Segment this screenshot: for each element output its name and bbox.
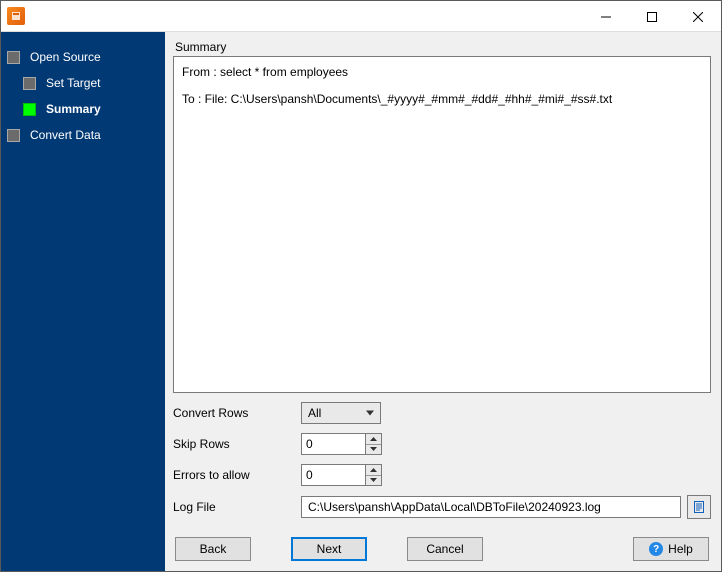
sidebar-item-set-target[interactable]: Set Target: [1, 70, 165, 96]
window-controls: [583, 1, 721, 31]
button-row: Back Next Cancel ? Help: [173, 537, 711, 561]
sidebar-item-open-source[interactable]: Open Source: [1, 44, 165, 70]
spin-down-icon[interactable]: [366, 476, 381, 486]
step-box-icon: [7, 51, 20, 64]
button-label: Back: [200, 542, 227, 556]
browse-log-button[interactable]: [687, 495, 711, 519]
label-errors-allow: Errors to allow: [173, 468, 301, 482]
spinner-skip-rows: [301, 433, 382, 455]
help-button[interactable]: ? Help: [633, 537, 709, 561]
summary-from-line: From : select * from employees: [182, 63, 702, 82]
main-panel: Summary From : select * from employees T…: [165, 32, 721, 571]
row-skip-rows: Skip Rows: [173, 433, 711, 455]
document-icon: [692, 500, 706, 514]
app-window: Open Source Set Target Summary Convert D…: [0, 0, 722, 572]
body: Open Source Set Target Summary Convert D…: [1, 32, 721, 571]
sidebar-item-summary[interactable]: Summary: [1, 96, 165, 122]
input-log-file[interactable]: [301, 496, 681, 518]
spin-down-icon[interactable]: [366, 445, 381, 455]
button-label: Help: [668, 542, 693, 556]
sidebar-item-label: Open Source: [30, 50, 101, 64]
sidebar-item-label: Convert Data: [30, 128, 101, 142]
sidebar-item-label: Set Target: [46, 76, 100, 90]
next-button[interactable]: Next: [291, 537, 367, 561]
row-log-file: Log File: [173, 495, 711, 519]
label-convert-rows: Convert Rows: [173, 406, 301, 420]
sidebar-item-convert-data[interactable]: Convert Data: [1, 122, 165, 148]
summary-to-line: To : File: C:\Users\pansh\Documents\_#yy…: [182, 90, 702, 109]
input-skip-rows[interactable]: [301, 433, 365, 455]
row-convert-rows: Convert Rows All: [173, 402, 711, 424]
label-log-file: Log File: [173, 500, 301, 514]
row-errors-allow: Errors to allow: [173, 464, 711, 486]
spin-up-icon[interactable]: [366, 465, 381, 476]
step-box-icon: [23, 77, 36, 90]
select-convert-rows[interactable]: All: [301, 402, 381, 424]
step-box-icon: [7, 129, 20, 142]
button-label: Next: [317, 542, 342, 556]
label-skip-rows: Skip Rows: [173, 437, 301, 451]
close-button[interactable]: [675, 1, 721, 32]
summary-text-area[interactable]: From : select * from employees To : File…: [173, 56, 711, 393]
step-box-icon: [23, 103, 36, 116]
maximize-button[interactable]: [629, 1, 675, 32]
select-value: All: [308, 406, 321, 420]
section-title: Summary: [173, 40, 711, 54]
minimize-button[interactable]: [583, 1, 629, 32]
sidebar-item-label: Summary: [46, 102, 101, 116]
cancel-button[interactable]: Cancel: [407, 537, 483, 561]
spin-up-icon[interactable]: [366, 434, 381, 445]
spinner-errors-allow: [301, 464, 382, 486]
input-errors-allow[interactable]: [301, 464, 365, 486]
wizard-sidebar: Open Source Set Target Summary Convert D…: [1, 32, 165, 571]
button-label: Cancel: [426, 542, 463, 556]
back-button[interactable]: Back: [175, 537, 251, 561]
app-icon: [7, 7, 25, 25]
titlebar: [1, 1, 721, 32]
help-icon: ?: [649, 542, 663, 556]
